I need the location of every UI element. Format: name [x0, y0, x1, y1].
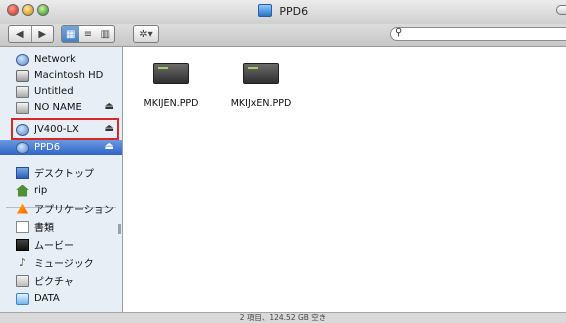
applications-icon: [16, 203, 29, 215]
sidebar: Network Macintosh HD Untitled NO NAME ⏏ …: [0, 47, 123, 312]
file-area[interactable]: MKIJEN.PPD MKIJxEN.PPD: [123, 47, 566, 312]
sidebar-item-label: NO NAME: [34, 102, 82, 113]
eject-icon[interactable]: ⏏: [105, 101, 114, 112]
sidebar-item-label: ミュージック: [34, 259, 94, 270]
title-bar[interactable]: PPD6: [0, 0, 566, 24]
sidebar-item-label: ピクチャ: [34, 277, 74, 288]
icon-view-button[interactable]: ▦: [62, 26, 80, 42]
disk-icon: [16, 101, 29, 114]
sidebar-item-applications[interactable]: アプリケーション: [0, 201, 122, 216]
status-text: 2 項目、124.52 GB 空き: [239, 313, 327, 322]
music-icon: ♪: [18, 255, 27, 269]
list-view-button[interactable]: ≡: [79, 26, 96, 42]
network-volume-icon: [16, 141, 29, 154]
documents-icon: [16, 220, 29, 233]
search-icon: ⚲: [395, 27, 403, 38]
file-name: MKIJxEN.PPD: [230, 98, 292, 109]
network-icon: [16, 53, 29, 66]
search-input[interactable]: [409, 28, 559, 40]
folder-icon: [16, 292, 29, 305]
sidebar-item-label: PPD6: [34, 142, 61, 153]
home-icon: [16, 185, 29, 197]
search-field[interactable]: ⚲: [390, 27, 566, 41]
forward-button[interactable]: ▶: [31, 29, 53, 40]
sidebar-item-pictures[interactable]: ピクチャ: [0, 273, 122, 288]
sidebar-item-music[interactable]: ♪ ミュージック: [0, 255, 122, 270]
sidebar-item-label: 書類: [34, 223, 54, 234]
sidebar-item-network[interactable]: Network: [0, 52, 122, 67]
sidebar-item-label: Macintosh HD: [34, 70, 104, 81]
ppd-file-icon: [243, 63, 279, 84]
sidebar-item-rip[interactable]: rip: [0, 183, 122, 198]
ppd-file-icon: [153, 63, 189, 84]
network-volume-icon: [257, 4, 272, 17]
finder-window: PPD6 ◀ ▶ ▦ ≡ ▥ ✲▾ ⚲ Network Macintosh HD: [0, 0, 566, 323]
sidebar-item-label: ムービー: [34, 241, 74, 252]
back-forward-buttons: ◀ ▶: [8, 25, 54, 43]
sidebar-item-untitled[interactable]: Untitled: [0, 84, 122, 99]
view-mode-buttons: ▦ ≡ ▥: [61, 25, 115, 43]
pictures-icon: [16, 274, 29, 287]
file-item[interactable]: MKIJxEN.PPD: [221, 63, 301, 123]
sidebar-item-label: rip: [34, 185, 48, 196]
sidebar-item-label: デスクトップ: [34, 169, 94, 180]
toolbar: ◀ ▶ ▦ ≡ ▥ ✲▾ ⚲: [0, 24, 566, 47]
disk-icon: [16, 85, 29, 98]
file-name: MKIJEN.PPD: [143, 98, 199, 109]
sidebar-item-label: アプリケーション: [34, 205, 114, 216]
desktop-icon: [16, 166, 29, 179]
annotation-highlight-box: [11, 118, 119, 140]
sidebar-item-desktop[interactable]: デスクトップ: [0, 165, 122, 180]
sidebar-item-data[interactable]: DATA: [0, 291, 122, 306]
toolbar-toggle-button[interactable]: [556, 5, 566, 15]
sidebar-item-movies[interactable]: ムービー: [0, 237, 122, 252]
sidebar-item-documents[interactable]: 書類: [0, 219, 122, 234]
back-button[interactable]: ◀: [9, 29, 31, 40]
sidebar-item-label: DATA: [34, 293, 60, 304]
sidebar-item-no-name[interactable]: NO NAME ⏏: [0, 100, 122, 115]
file-item[interactable]: MKIJEN.PPD: [131, 63, 211, 123]
window-title-area: PPD6: [0, 4, 566, 18]
sidebar-item-label: Network: [34, 54, 76, 65]
sidebar-item-ppd6[interactable]: PPD6 ⏏: [0, 140, 122, 155]
movies-icon: [16, 238, 29, 251]
window-title: PPD6: [279, 5, 309, 18]
status-bar: 2 項目、124.52 GB 空き: [0, 312, 566, 323]
eject-icon[interactable]: ⏏: [105, 141, 114, 152]
action-menu-button[interactable]: ✲▾: [133, 25, 159, 43]
column-view-button[interactable]: ▥: [97, 26, 114, 42]
sidebar-item-label: Untitled: [34, 86, 74, 97]
hard-disk-icon: [16, 69, 29, 82]
sidebar-item-macintosh-hd[interactable]: Macintosh HD: [0, 68, 122, 83]
